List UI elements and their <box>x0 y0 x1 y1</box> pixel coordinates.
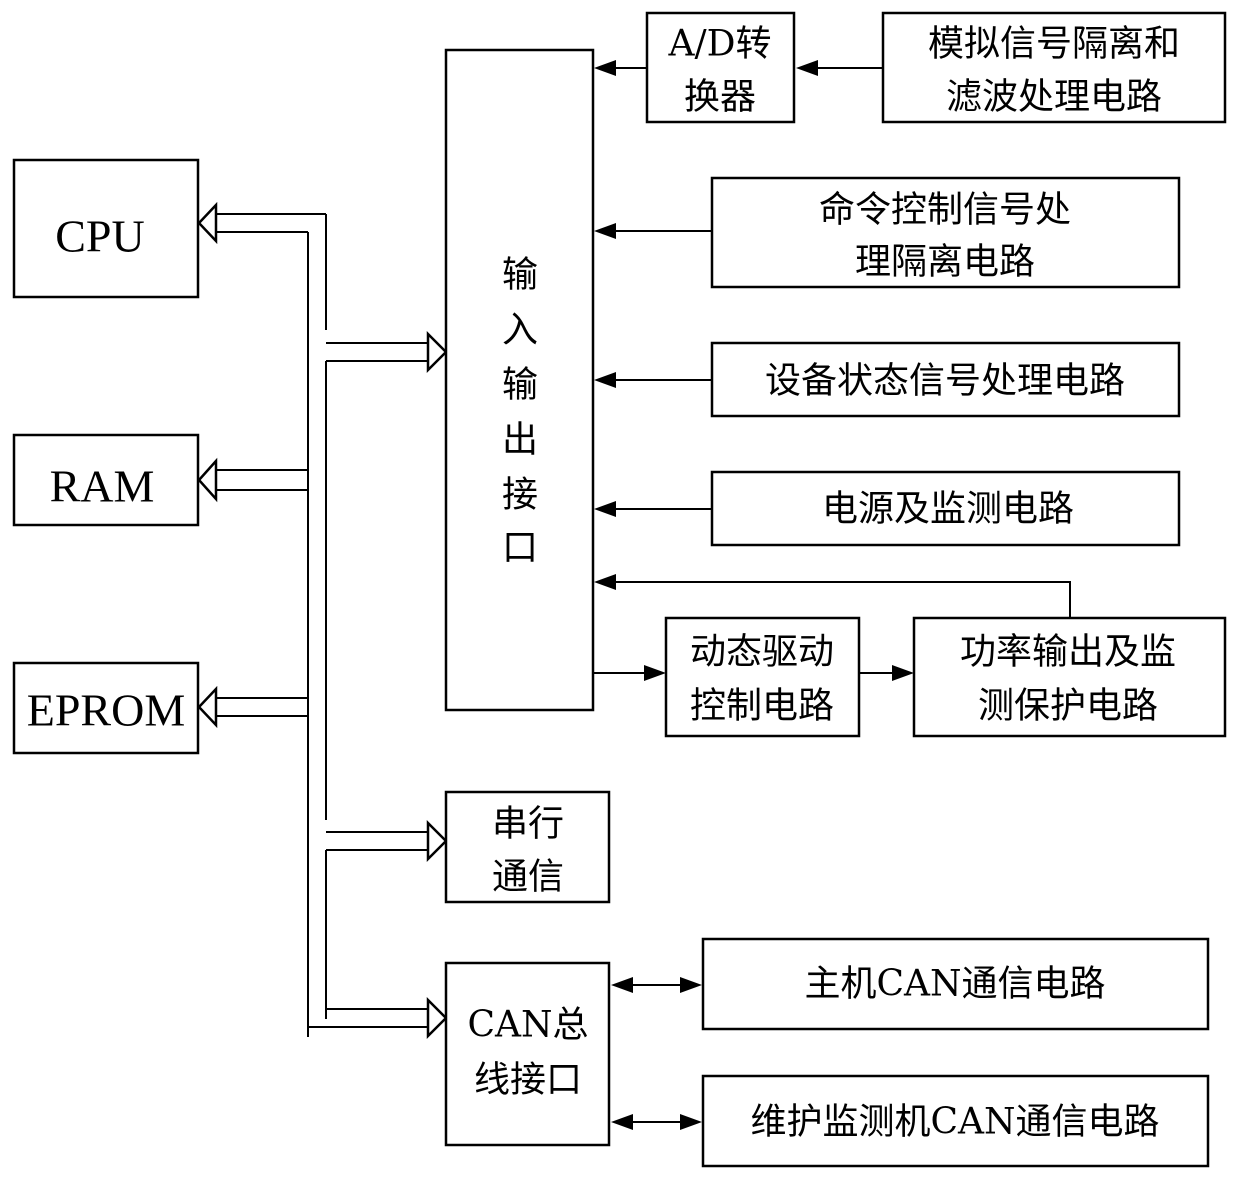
block-maint-can: 维护监测机CAN通信电路 <box>701 1074 1210 1168</box>
bus-arrow-ram <box>197 457 308 503</box>
can-label-2: 线接口 <box>474 1060 582 1101</box>
block-cpu-label: CPU <box>55 211 144 262</box>
block-adc: A/D转 换器 <box>645 11 796 124</box>
block-can-interface: CAN总 线接口 <box>444 961 611 1147</box>
output-label-1: 功率输出及监 <box>960 632 1176 673</box>
arrow-can-maint-bidirectional <box>611 1114 702 1130</box>
block-device-status: 设备状态信号处理电路 <box>710 341 1181 418</box>
status-label: 设备状态信号处理电路 <box>765 361 1125 402</box>
output-label-2: 测保护电路 <box>978 686 1158 727</box>
block-ram: RAM <box>12 433 200 527</box>
block-eprom-label: EPROM <box>27 685 185 736</box>
serial-label-1: 串行 <box>492 804 564 845</box>
bus-arrow-serial <box>326 819 448 863</box>
arrow-output-feedback-to-io <box>594 574 1071 618</box>
analog-label-2: 滤波处理电路 <box>946 77 1162 118</box>
adc-label-2: 换器 <box>684 77 756 118</box>
arrow-power-to-io <box>594 501 712 517</box>
block-cpu: CPU <box>12 158 200 299</box>
io-char-1: 输 <box>502 255 538 296</box>
can-label-1: CAN总 <box>467 1005 588 1046</box>
host-can-label: 主机CAN通信电路 <box>804 964 1105 1005</box>
block-serial-comm: 串行 通信 <box>444 790 611 904</box>
io-char-6: 口 <box>502 528 538 569</box>
block-diagram: CPU RAM EPROM 输 入 输 出 接 口 串行 通信 CAN总 线接口… <box>12 11 1227 1168</box>
cmd-label-2: 理隔离电路 <box>855 242 1035 283</box>
arrow-cmd-to-io <box>594 223 712 239</box>
bus-arrow-eprom <box>197 685 308 729</box>
io-char-2: 入 <box>502 310 538 351</box>
block-dynamic-drive: 动态驱动 控制电路 <box>664 616 861 738</box>
block-power-monitor: 电源及监测电路 <box>710 470 1181 547</box>
arrow-status-to-io <box>594 372 712 388</box>
block-ram-label: RAM <box>50 461 155 512</box>
bus-arrow-can <box>308 996 448 1040</box>
block-eprom: EPROM <box>12 661 200 755</box>
arrow-drive-to-output <box>859 665 914 681</box>
io-char-4: 出 <box>502 420 538 461</box>
block-io-interface: 输 入 输 出 接 口 <box>444 48 595 712</box>
arrow-can-host-bidirectional <box>611 977 702 993</box>
drive-label-2: 控制电路 <box>690 686 834 727</box>
maint-can-label: 维护监测机CAN通信电路 <box>750 1102 1159 1143</box>
arrow-adc-to-io <box>594 60 647 76</box>
block-command-control: 命令控制信号处 理隔离电路 <box>710 176 1181 289</box>
block-analog-filter: 模拟信号隔离和 滤波处理电路 <box>881 11 1227 124</box>
adc-label-1: A/D转 <box>668 24 772 65</box>
cmd-label-1: 命令控制信号处 <box>819 190 1071 231</box>
bus-arrow-io <box>326 330 448 374</box>
arrow-io-to-drive <box>593 665 666 681</box>
arrow-analog-to-adc <box>796 60 883 76</box>
data-bus <box>197 201 448 1040</box>
power-label: 电源及监测电路 <box>822 489 1074 530</box>
block-power-output: 功率输出及监 测保护电路 <box>912 616 1227 738</box>
io-char-5: 接 <box>502 475 538 516</box>
bus-arrow-cpu <box>197 201 326 245</box>
io-char-3: 输 <box>502 365 538 406</box>
analog-label-1: 模拟信号隔离和 <box>928 24 1180 65</box>
drive-label-1: 动态驱动 <box>690 632 834 673</box>
block-host-can: 主机CAN通信电路 <box>701 937 1210 1031</box>
serial-label-2: 通信 <box>492 857 564 898</box>
